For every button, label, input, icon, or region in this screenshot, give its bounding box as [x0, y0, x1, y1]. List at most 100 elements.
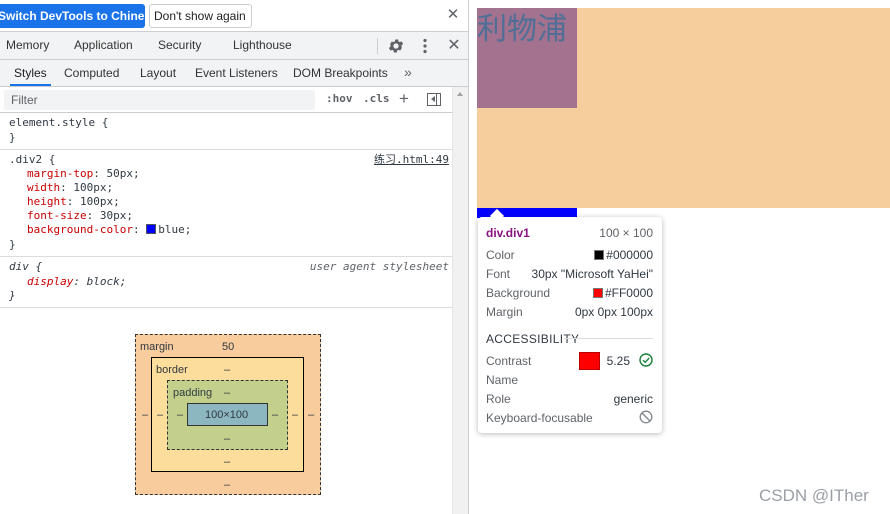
csdn-watermark: CSDN @ITher: [759, 486, 869, 505]
color-swatch-icon[interactable]: [146, 224, 157, 234]
toolbar-divider: [377, 38, 378, 54]
tooltip-background-label: Background: [486, 286, 551, 300]
border-right-value[interactable]: –: [292, 409, 298, 421]
close-devtools-icon[interactable]: ✕: [447, 37, 461, 55]
filter-input[interactable]: [4, 90, 315, 110]
devtools-panel: Switch DevTools to Chinese Don't show ag…: [0, 0, 469, 514]
tab-memory[interactable]: Memory: [6, 32, 49, 59]
border-top-value[interactable]: –: [224, 364, 230, 376]
tab-lighthouse[interactable]: Lighthouse: [233, 32, 292, 59]
tooltip-contrast-label: Contrast: [486, 354, 532, 368]
div1-element[interactable]: 利物浦: [477, 8, 577, 108]
property-value: 100px;: [73, 181, 114, 194]
filter-box: [4, 90, 315, 110]
page-viewport: 利物浦 div.div1 100 × 100 Color #000000 Fon…: [469, 0, 890, 514]
margin-label: margin: [140, 341, 174, 353]
property-name: background-color: [27, 223, 133, 236]
accessibility-heading: ACCESSIBILITY: [486, 332, 580, 346]
user-agent-rule: div { user agent stylesheet display: blo…: [0, 257, 452, 308]
border-label: border: [156, 364, 188, 376]
toggle-sidebar-icon[interactable]: [427, 93, 441, 106]
property-height[interactable]: height: 100px;: [27, 195, 120, 209]
source-link[interactable]: 练习.html:49: [374, 153, 449, 167]
inspect-tooltip: div.div1 100 × 100 Color #000000 Font 30…: [478, 208, 662, 433]
tab-security[interactable]: Security: [158, 32, 201, 59]
not-focusable-icon: [639, 410, 653, 424]
content-size-value[interactable]: 100×100: [205, 409, 248, 421]
property-name: height: [27, 195, 67, 208]
property-font-size[interactable]: font-size: 30px;: [27, 209, 133, 223]
gear-icon[interactable]: [387, 37, 405, 55]
element-style-rule: element.style { }: [0, 113, 452, 150]
tooltip-focusable-label: Keyboard-focusable: [486, 411, 593, 425]
tooltip-name-label: Name: [486, 373, 519, 387]
property-value: 30px;: [99, 209, 133, 222]
kebab-menu-icon[interactable]: [421, 37, 429, 55]
padding-label: padding: [173, 387, 213, 399]
property-name: margin-top: [27, 167, 94, 180]
styles-filter-bar: :hov .cls +: [0, 87, 452, 113]
switch-language-button[interactable]: Switch DevTools to Chinese: [0, 4, 145, 28]
rule-close-brace: }: [9, 131, 16, 144]
tab-application[interactable]: Application: [74, 32, 133, 59]
more-tabs-chevron-icon[interactable]: »: [404, 60, 412, 86]
margin-left-value[interactable]: –: [142, 409, 148, 421]
new-style-rule-button[interactable]: +: [399, 89, 409, 109]
tab-dom-breakpoints[interactable]: DOM Breakpoints: [293, 60, 388, 86]
padding-left-value[interactable]: –: [177, 409, 183, 421]
property-value: blue;: [158, 223, 192, 236]
tab-layout[interactable]: Layout: [140, 60, 176, 86]
margin-right-value[interactable]: –: [308, 409, 314, 421]
padding-bottom-value[interactable]: –: [224, 433, 230, 445]
property-value: block;: [86, 275, 127, 288]
user-agent-stylesheet-label: user agent stylesheet: [309, 260, 449, 273]
tab-styles[interactable]: Styles: [10, 60, 51, 86]
box-model-diagram: margin 50 – – – border – – – – padding –…: [0, 309, 452, 514]
color-swatch-icon: [592, 288, 603, 298]
main-tab-bar: Memory Application Security Lighthouse ✕: [0, 32, 468, 60]
styles-scrollbar[interactable]: [452, 87, 468, 514]
property-display: display: block;: [27, 275, 127, 288]
sidebar-tab-bar: Styles Computed Layout Event Listeners D…: [0, 60, 468, 87]
rule-close-brace: }: [9, 289, 16, 302]
property-margin-top[interactable]: margin-top: 50px;: [27, 167, 140, 181]
tooltip-role-label: Role: [486, 392, 511, 406]
tab-event-listeners[interactable]: Event Listeners: [195, 60, 278, 86]
rule-close-brace: }: [9, 238, 16, 251]
property-width[interactable]: width: 100px;: [27, 181, 113, 195]
tooltip-element-name: div.div1: [486, 226, 530, 240]
property-name: width: [27, 181, 61, 194]
padding-right-value[interactable]: –: [272, 409, 278, 421]
language-infobar: Switch DevTools to Chinese Don't show ag…: [0, 0, 468, 32]
property-background-color[interactable]: background-color: blue;: [27, 223, 191, 237]
tooltip-font-value: 30px "Microsoft YaHei": [531, 267, 653, 281]
ua-selector: div {: [9, 260, 43, 273]
tooltip-background-value: #FF0000: [592, 286, 653, 300]
tooltip-margin-value: 0px 0px 100px: [574, 305, 653, 319]
class-toggle-button[interactable]: .cls: [363, 92, 390, 105]
tooltip-contrast-value: Aa 5.25: [579, 352, 630, 370]
element-style-selector[interactable]: element.style {: [9, 116, 108, 130]
padding-top-value[interactable]: –: [224, 387, 230, 399]
property-name: display: [27, 275, 74, 288]
hover-state-button[interactable]: :hov: [326, 92, 353, 105]
property-value: 50px;: [106, 167, 140, 180]
tooltip-role-value: generic: [613, 392, 653, 406]
dont-show-again-button[interactable]: Don't show again: [149, 4, 252, 28]
border-left-value[interactable]: –: [157, 409, 163, 421]
tooltip-element-size: 100 × 100: [599, 226, 653, 240]
div2-selector[interactable]: .div2 {: [9, 153, 55, 167]
color-swatch-icon: [594, 250, 605, 260]
tooltip-color-value: #000000: [594, 248, 653, 262]
contrast-sample: Aa: [579, 352, 600, 370]
scroll-up-arrow-icon[interactable]: [457, 92, 463, 96]
accessibility-divider: [564, 338, 653, 339]
property-value: 100px;: [80, 195, 120, 208]
infobar-close-icon[interactable]: ✕: [446, 7, 460, 23]
tab-computed[interactable]: Computed: [64, 60, 119, 86]
tooltip-color-label: Color: [486, 248, 515, 262]
margin-top-value[interactable]: 50: [222, 341, 234, 353]
border-bottom-value[interactable]: –: [224, 456, 230, 468]
property-name: font-size: [27, 209, 87, 222]
margin-bottom-value[interactable]: –: [224, 479, 230, 491]
